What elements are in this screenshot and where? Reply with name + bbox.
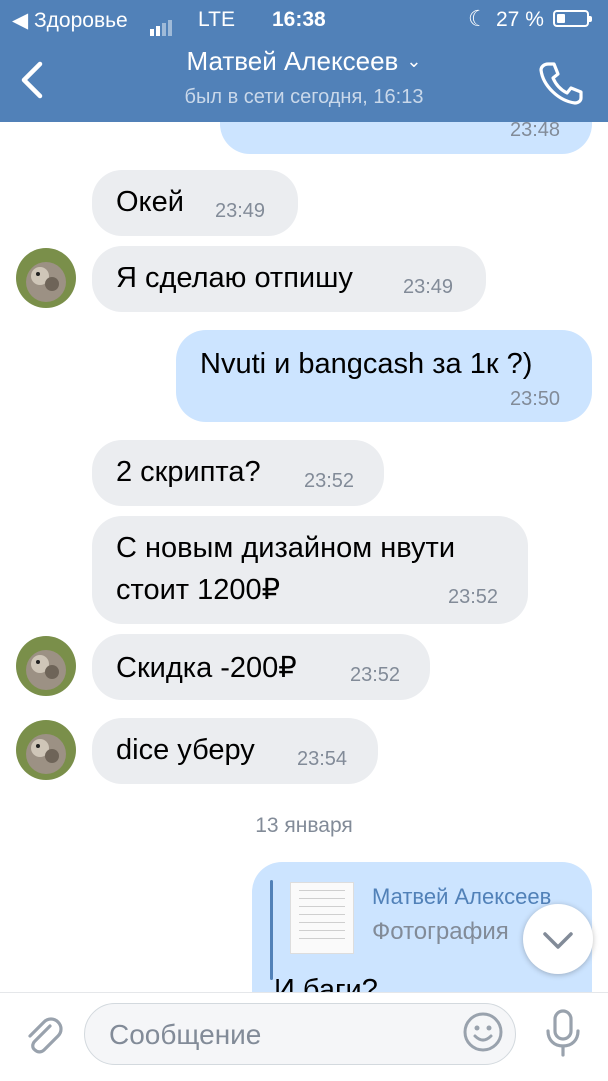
- avatar[interactable]: [16, 248, 76, 308]
- last-seen-status: был в сети сегодня, 16:13: [184, 86, 424, 108]
- scroll-down-button[interactable]: [523, 904, 593, 974]
- smile-icon[interactable]: [462, 1011, 504, 1053]
- message-input-placeholder: Сообщение: [109, 1019, 262, 1050]
- message-text: Я сделаю отпишу: [116, 262, 353, 294]
- message-text: dice уберу: [116, 734, 255, 766]
- message-time: 23:52: [350, 664, 401, 686]
- contact-name: Матвей Алексеев: [186, 46, 399, 76]
- battery-icon: [553, 10, 592, 27]
- message-text: С новым дизайном нвути: [116, 532, 456, 564]
- chevron-down-icon: ⌄: [406, 51, 422, 71]
- message-text: Nvuti и bangcash за 1к ?): [200, 348, 533, 380]
- message-time: 23:52: [304, 470, 355, 492]
- chat-title[interactable]: Матвей Алексеев ⌄: [0, 46, 608, 77]
- moon-icon: ☾: [468, 6, 488, 31]
- message-input[interactable]: Сообщение: [84, 1003, 516, 1065]
- message-outgoing[interactable]: Nvuti и bangcash за 1к ?) 23:50: [176, 330, 592, 422]
- message-incoming[interactable]: dice уберу 23:54: [92, 718, 378, 784]
- message-outgoing[interactable]: 23:48: [220, 122, 592, 154]
- avatar[interactable]: [16, 636, 76, 696]
- microphone-icon[interactable]: [540, 1007, 586, 1059]
- message-time: 23:48: [510, 122, 561, 141]
- top-bar: ◀ Здоровье LTE 16:38 ☾ 27 % Матвей Алекс…: [0, 0, 608, 122]
- message-text: стоит 1200₽: [116, 574, 281, 606]
- message-time: 23:49: [403, 276, 454, 298]
- signal-icon: [150, 12, 174, 36]
- message-text: Окей: [116, 186, 184, 218]
- message-time: 23:52: [448, 586, 499, 608]
- battery-percentage: 27 %: [496, 8, 544, 31]
- message-time: 23:49: [215, 200, 266, 222]
- phone-icon[interactable]: [534, 56, 586, 108]
- message-text: И баги?: [274, 974, 378, 992]
- message-incoming[interactable]: С новым дизайном нвути стоит 1200₽ 23:52: [92, 516, 528, 624]
- composer-bar: Сообщение: [0, 992, 608, 1081]
- message-time: 23:50: [510, 388, 561, 410]
- message-text: Скидка -200₽: [116, 652, 297, 684]
- reply-attachment-type: Фотография: [372, 918, 509, 945]
- message-incoming[interactable]: 2 скрипта? 23:52: [92, 440, 384, 506]
- date-separator: 13 января: [255, 814, 353, 837]
- message-incoming[interactable]: Я сделаю отпишу 23:49: [92, 246, 486, 312]
- message-time: 23:54: [297, 748, 348, 770]
- message-incoming[interactable]: Окей 23:49: [92, 170, 298, 236]
- status-bar: ◀ Здоровье LTE 16:38 ☾ 27 %: [0, 0, 608, 40]
- message-list[interactable]: 23:48 Окей 23:49 Я сделаю отпишу 23:49 N…: [0, 122, 608, 992]
- message-incoming[interactable]: Скидка -200₽ 23:52: [92, 634, 430, 700]
- chevron-down-icon: [543, 932, 573, 949]
- reply-quote-bar: [270, 880, 273, 980]
- back-to-app-link[interactable]: ◀ Здоровье: [12, 8, 128, 33]
- photo-thumbnail[interactable]: [290, 882, 354, 954]
- carrier-label: LTE: [198, 8, 235, 31]
- paperclip-icon[interactable]: [20, 1013, 66, 1059]
- status-time: 16:38: [272, 8, 326, 31]
- avatar[interactable]: [16, 720, 76, 780]
- message-text: 2 скрипта?: [116, 456, 261, 488]
